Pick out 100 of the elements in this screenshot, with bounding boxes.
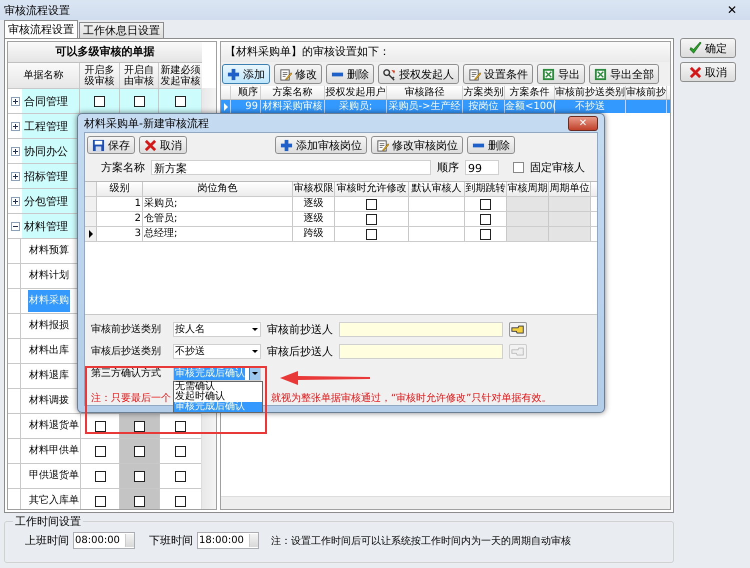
checkbox[interactable] [366, 228, 377, 240]
field-label: 审核后抄送类别 [91, 344, 162, 358]
toolbar-button[interactable]: 取消 [139, 136, 187, 154]
toolbar-button[interactable]: 导出 [537, 64, 585, 84]
checkbox[interactable] [175, 470, 186, 482]
checkbox[interactable] [134, 446, 146, 456]
column-header: 开启自由审核 [118, 63, 158, 88]
toolbar-button[interactable]: 取消 [680, 62, 736, 82]
checkbox[interactable] [94, 446, 106, 456]
expand-icon[interactable] [11, 146, 20, 156]
checkbox[interactable] [134, 420, 146, 432]
expand-icon[interactable] [11, 172, 20, 180]
list-title: 可以多级审核的单据 [8, 42, 202, 63]
hand-icon [511, 324, 525, 334]
input-field[interactable] [339, 322, 503, 336]
column-header: 审核周期 [507, 182, 549, 196]
checkbox[interactable] [175, 96, 186, 106]
checkbox[interactable] [175, 446, 186, 456]
checkbox[interactable] [480, 228, 491, 240]
field-label: 审核前抄送人 [267, 322, 333, 336]
tree-item[interactable]: 材料退货单 [28, 415, 80, 437]
field-label: 下班时间 [149, 533, 193, 548]
toolbar-button[interactable]: 修改审核岗位 [371, 136, 463, 154]
toolbar-button[interactable]: 修改 [274, 64, 322, 84]
close-button[interactable]: ✕ [714, 1, 750, 19]
field-label: 审核后抄送人 [267, 344, 333, 358]
tree-item[interactable]: 材料预算 [28, 240, 70, 262]
window-title: 审核流程设置 [4, 2, 70, 18]
tab[interactable]: 工作休息日设置 [79, 22, 164, 38]
plus-icon [280, 138, 293, 152]
field-label: 第三方确认方式 [91, 367, 162, 380]
toolbar-button[interactable]: 添加审核岗位 [275, 136, 367, 154]
checkbox[interactable] [94, 496, 106, 506]
expand-icon[interactable] [11, 122, 20, 130]
toolbar-button[interactable]: 删除 [326, 64, 374, 84]
table-cell: 逐级 [293, 197, 335, 211]
column-header: 新建必须发起审核 [158, 63, 202, 88]
tree-item[interactable]: 材料报损 [28, 315, 70, 337]
table-cell: 逐级 [293, 212, 335, 226]
tree-item[interactable]: 甲供退货单 [28, 465, 80, 487]
checkbox[interactable] [134, 496, 146, 506]
field-label: 审核前抄送类别 [91, 322, 162, 336]
time-field[interactable]: 18:00:00 [197, 532, 259, 549]
toolbar-button[interactable]: 导出全部 [589, 64, 659, 84]
spreadsheet-icon [594, 68, 607, 80]
checkbox[interactable] [134, 470, 146, 482]
dropdown[interactable]: 不抄送 [173, 344, 261, 358]
dialog-title: 材料采购单-新建审核流程 [84, 116, 209, 130]
tree-item[interactable]: 材料甲供单 [28, 440, 80, 462]
time-field[interactable]: 08:00:00 [73, 532, 135, 549]
checkbox[interactable] [94, 96, 106, 106]
table-cell: 3 [97, 227, 143, 241]
dropdown-option[interactable]: 无需确认 [174, 382, 262, 392]
tree-item[interactable]: 材料计划 [28, 265, 70, 287]
column-header: 周期单位 [549, 182, 591, 196]
toolbar-button[interactable]: 确定 [680, 38, 736, 58]
notepad-icon [279, 68, 292, 80]
input-field[interactable] [339, 344, 503, 358]
toolbar-button[interactable]: 添加 [222, 64, 270, 84]
group-title: 工作时间设置 [13, 514, 83, 529]
column-header: 审核权限 [293, 182, 335, 196]
field-label: 方案名称 [101, 160, 145, 175]
column-header: 方案类别 [463, 86, 505, 99]
checkbox[interactable] [480, 198, 491, 210]
tree-item[interactable]: 材料调拨 [28, 390, 70, 412]
checkbox[interactable] [366, 198, 377, 210]
checkbox[interactable] [513, 162, 524, 173]
tree-item[interactable]: 其它入库单 [28, 490, 80, 509]
tree-item[interactable]: 材料退库 [28, 365, 70, 387]
dropdown-option[interactable]: 发起时确认 [174, 392, 262, 402]
tab[interactable]: 审核流程设置 [4, 20, 78, 38]
tree-item[interactable]: 材料出库 [28, 340, 70, 362]
toolbar-button[interactable]: 设置条件 [463, 64, 533, 84]
collapse-icon[interactable] [11, 222, 20, 230]
toolbar-button[interactable]: 保存 [87, 136, 135, 154]
checkbox[interactable] [366, 214, 377, 224]
column-header: 到期跳转 [465, 182, 507, 196]
column-header: 级别 [97, 182, 143, 196]
picker-button[interactable] [509, 322, 527, 336]
checkbox[interactable] [175, 420, 186, 432]
checkbox[interactable] [134, 96, 145, 106]
table-cell: 仓管员; [143, 212, 293, 226]
field-label: 上班时间 [25, 533, 69, 548]
checkbox[interactable] [94, 420, 106, 432]
column-header: 授权发起用户 [325, 86, 387, 99]
name-field[interactable]: 新方案 [151, 160, 431, 175]
checkbox[interactable] [175, 496, 186, 506]
table-cell: 1 [97, 197, 143, 211]
expand-icon[interactable] [11, 96, 20, 106]
checkbox[interactable] [480, 214, 491, 224]
dropdown[interactable]: 按人名 [173, 322, 261, 336]
notepad-icon [376, 138, 389, 152]
scrollbar[interactable] [221, 496, 670, 509]
toolbar-button[interactable]: 删除 [467, 136, 515, 154]
checkbox[interactable] [94, 470, 106, 482]
order-field[interactable]: 99 [465, 160, 499, 175]
toolbar-button[interactable]: 授权发起人 [378, 64, 459, 84]
field-label: 顺序 [437, 160, 459, 175]
expand-icon[interactable] [11, 196, 20, 206]
hint-text: 注：设置工作时间后可以让系统按工作时间内为一天的周期自动审核 [271, 534, 571, 548]
